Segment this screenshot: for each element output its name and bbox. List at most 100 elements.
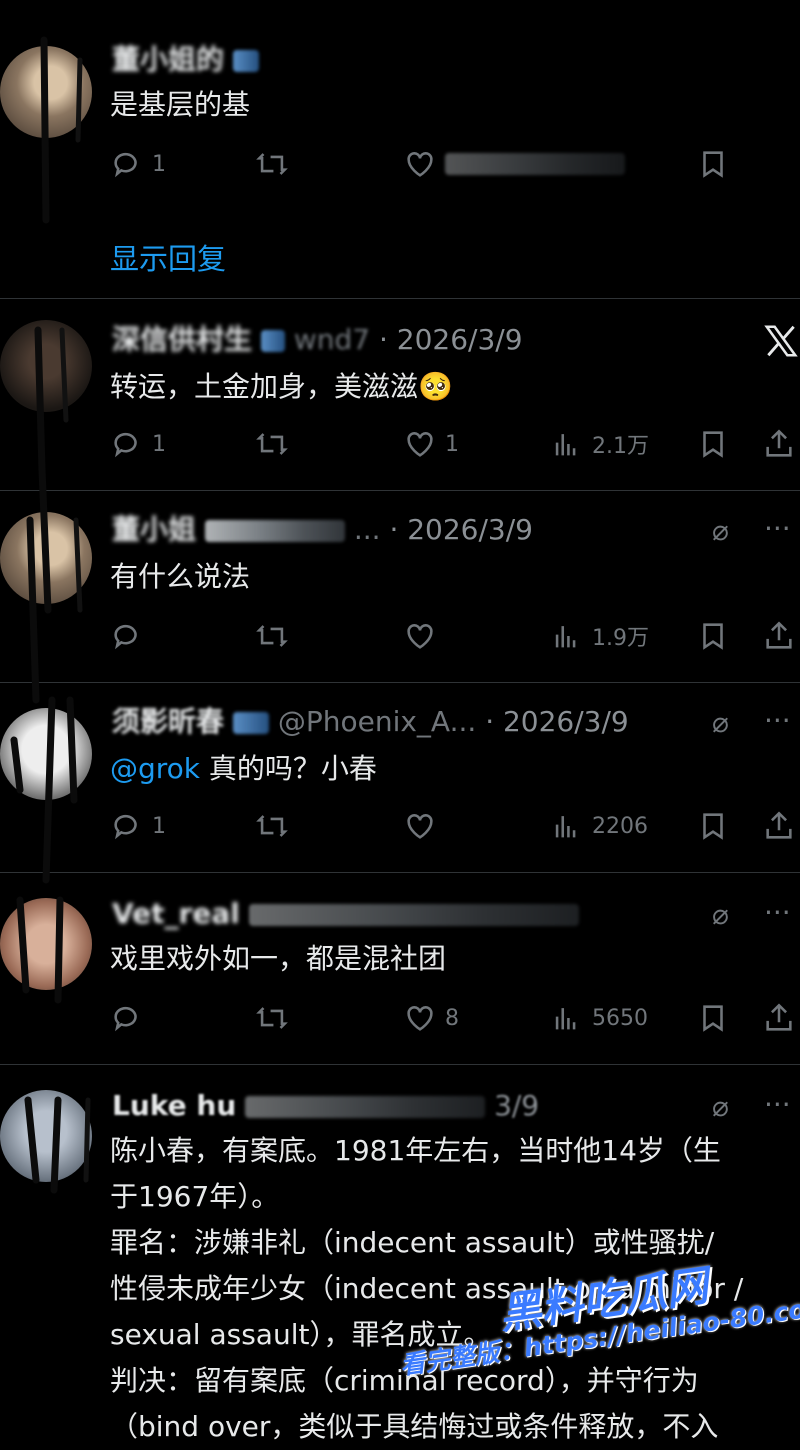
action-bar: 1 1 2.1万	[110, 424, 800, 464]
display-name[interactable]: Luke hu	[112, 1089, 236, 1122]
bookmark-button[interactable]	[696, 616, 730, 656]
like-icon	[407, 152, 433, 177]
view-count: 5650	[592, 1005, 648, 1031]
reply-header: 深信供村生 wnd7 · 2026/3/9	[112, 322, 523, 358]
handle[interactable]: wnd7	[294, 323, 370, 356]
retweet-icon	[256, 433, 288, 455]
divider	[0, 490, 800, 491]
reply-text: 有什么说法	[110, 560, 251, 593]
grok-icon[interactable]: ⌀	[712, 514, 729, 547]
bookmark-button[interactable]	[696, 806, 730, 846]
display-name[interactable]: 董小姐	[112, 513, 196, 546]
like-icon	[407, 432, 433, 457]
bookmark-button[interactable]	[696, 144, 730, 184]
display-name[interactable]: 须影昕春	[112, 705, 224, 738]
reply-header: 董小姐的	[112, 42, 259, 78]
reply-count: 1	[152, 813, 166, 839]
more-options-button[interactable]: ···	[764, 512, 791, 545]
date[interactable]: · 2026/3/9	[379, 323, 523, 356]
views-icon	[555, 816, 576, 838]
grok-icon[interactable]: ⌀	[712, 706, 729, 739]
retweet-button[interactable]	[255, 144, 289, 184]
display-name[interactable]: 董小姐的	[112, 43, 224, 76]
share-icon	[766, 621, 792, 649]
more-options-button[interactable]: ···	[764, 896, 791, 929]
reply-icon	[114, 814, 137, 840]
reply-button[interactable]: 1	[110, 424, 166, 464]
scribble-overlay	[10, 36, 91, 1194]
share-button[interactable]	[762, 998, 796, 1038]
grok-icon[interactable]: ⌀	[712, 898, 729, 931]
like-button[interactable]: 1	[403, 424, 459, 464]
share-button[interactable]	[762, 806, 796, 846]
handle[interactable]: @Phoenix_A...	[278, 705, 476, 738]
more-options-button[interactable]: ···	[764, 1088, 791, 1121]
share-icon	[766, 429, 792, 457]
bookmark-icon	[703, 431, 723, 458]
reply-header: Luke hu 3/9	[112, 1088, 539, 1124]
reply-text: 戏里戏外如一，都是混社团	[110, 942, 447, 975]
retweet-icon	[256, 625, 288, 647]
views-button[interactable]: 5650	[550, 998, 648, 1038]
like-button[interactable]	[403, 806, 437, 846]
like-button[interactable]: 8	[403, 998, 459, 1038]
retweet-button[interactable]	[255, 424, 289, 464]
like-icon	[407, 624, 433, 649]
reply-button[interactable]	[110, 616, 144, 656]
share-icon	[766, 1003, 792, 1031]
retweet-button[interactable]	[255, 616, 289, 656]
reply-count: 1	[152, 431, 166, 457]
bookmark-button[interactable]	[696, 424, 730, 464]
bookmark-icon	[703, 151, 723, 178]
retweet-button[interactable]	[255, 998, 289, 1038]
views-button[interactable]: 2.1万	[550, 424, 649, 464]
reply-button[interactable]: 1	[110, 806, 166, 846]
bookmark-icon	[703, 1005, 723, 1032]
view-count: 2206	[592, 813, 648, 839]
date[interactable]: 3/9	[494, 1089, 539, 1122]
bookmark-icon	[703, 813, 723, 840]
display-name[interactable]: Vet_real	[112, 897, 240, 930]
like-button[interactable]	[403, 144, 625, 184]
reply-button[interactable]: 1	[110, 144, 166, 184]
reply-button[interactable]	[110, 998, 144, 1038]
mention-link[interactable]: @grok	[110, 752, 200, 785]
like-button[interactable]	[403, 616, 437, 656]
reply-text: 是基层的基	[110, 88, 251, 121]
divider	[0, 298, 800, 299]
reply-icon	[114, 152, 137, 178]
show-replies-link[interactable]: 显示回复	[110, 236, 226, 278]
x-logo-icon[interactable]	[762, 322, 800, 360]
reply-header: 须影昕春 @Phoenix_A... · 2026/3/9	[112, 704, 629, 740]
reply-text-line: 陈小春，有案底。1981年左右，当时他14岁（生	[110, 1134, 721, 1167]
like-count: 1	[445, 431, 459, 457]
retweet-button[interactable]	[255, 806, 289, 846]
date[interactable]: · 2026/3/9	[389, 513, 533, 546]
divider	[0, 1064, 800, 1065]
share-button[interactable]	[762, 616, 796, 656]
grok-icon[interactable]: ⌀	[712, 1090, 729, 1123]
like-count: 8	[445, 1005, 459, 1031]
view-count: 1.9万	[592, 626, 649, 651]
action-bar: 1	[110, 144, 800, 184]
date[interactable]: · 2026/3/9	[485, 705, 629, 738]
bookmark-icon	[703, 623, 723, 650]
reply-text: @grok 真的吗？小春	[110, 746, 377, 792]
retweet-icon	[256, 1007, 288, 1029]
views-button[interactable]: 2206	[550, 806, 648, 846]
reply-text-line: 于1967年）。	[110, 1180, 280, 1213]
share-icon	[766, 811, 792, 839]
bookmark-button[interactable]	[696, 998, 730, 1038]
reply-icon	[114, 432, 137, 458]
share-button[interactable]	[762, 424, 796, 464]
handle[interactable]: ...	[354, 513, 381, 546]
action-bar: 1 2206	[110, 806, 800, 846]
more-options-button[interactable]: ···	[764, 704, 791, 737]
retweet-icon	[256, 815, 288, 837]
views-button[interactable]: 1.9万	[550, 616, 649, 656]
display-name[interactable]: 深信供村生	[112, 323, 252, 356]
reply-header: 董小姐 ... · 2026/3/9	[112, 512, 533, 548]
divider	[0, 682, 800, 683]
reply-text: 转运，土金加身，美滋滋🥺	[110, 370, 453, 403]
retweet-icon	[256, 153, 288, 175]
